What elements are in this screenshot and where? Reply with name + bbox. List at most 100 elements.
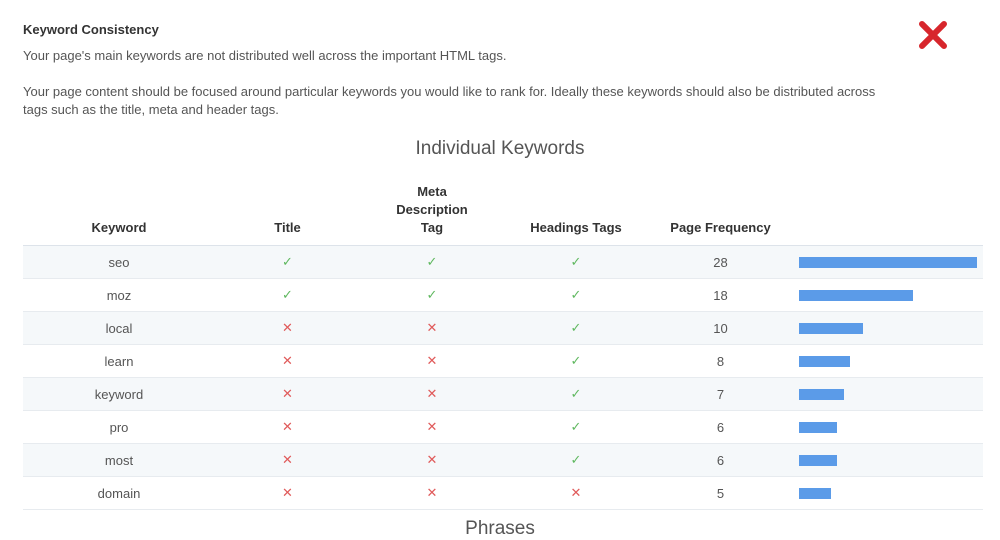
column-header-meta-description: Meta Description Tag	[396, 184, 468, 235]
headings-status-cell: ✓	[504, 410, 648, 444]
headings-status-cell: ✓	[504, 278, 648, 312]
section-heading: Keyword Consistency	[23, 22, 159, 37]
column-header-frequency: Page Frequency	[670, 220, 771, 235]
column-header-keyword: Keyword	[91, 220, 147, 235]
cross-icon: ✕	[426, 386, 438, 401]
check-icon: ✓	[570, 320, 582, 335]
check-icon: ✓	[570, 287, 582, 302]
headings-status-cell: ✓	[504, 344, 648, 378]
keyword-cell: learn	[23, 344, 215, 378]
check-icon: ✓	[282, 287, 293, 302]
table-header-row: Keyword Title Meta Description Tag Headi…	[23, 183, 983, 246]
frequency-bar-cell	[793, 344, 983, 378]
cross-icon: ✕	[426, 452, 438, 467]
frequency-bar-cell	[793, 476, 983, 510]
title-status-cell: ✕	[215, 377, 360, 411]
frequency-bar	[799, 355, 850, 367]
frequency-bar-cell	[793, 377, 983, 411]
keyword-cell: keyword	[23, 377, 215, 411]
title-status-cell: ✓	[215, 245, 360, 279]
frequency-cell: 7	[648, 377, 793, 411]
check-icon: ✓	[570, 419, 582, 434]
frequency-bar	[799, 487, 831, 499]
description-text: Your page content should be focused arou…	[23, 84, 876, 117]
frequency-bar-cell	[793, 245, 983, 279]
frequency-bar	[799, 388, 844, 400]
frequency-bar	[799, 289, 913, 301]
keyword-cell: seo	[23, 245, 215, 279]
meta-status-cell: ✕	[360, 476, 504, 510]
meta-status-cell: ✕	[360, 410, 504, 444]
keywords-table: Keyword Title Meta Description Tag Headi…	[23, 183, 983, 510]
column-header-bar	[793, 183, 983, 246]
cross-icon: ✕	[282, 386, 293, 401]
keyword-cell: domain	[23, 476, 215, 510]
title-status-cell: ✕	[215, 311, 360, 345]
frequency-bar	[799, 454, 837, 466]
frequency-bar	[799, 421, 837, 433]
cross-icon: ✕	[282, 485, 293, 500]
table-row: keyword ✕ ✕ ✓ 7	[23, 377, 983, 411]
cross-icon: ✕	[282, 320, 293, 335]
headings-status-cell: ✓	[504, 311, 648, 345]
cross-icon: ✕	[282, 353, 293, 368]
check-icon: ✓	[426, 287, 438, 302]
frequency-bar-cell	[793, 311, 983, 345]
frequency-cell: 5	[648, 476, 793, 510]
frequency-cell: 6	[648, 443, 793, 477]
frequency-cell: 8	[648, 344, 793, 378]
cross-icon: ✕	[426, 353, 438, 368]
table-row: moz ✓ ✓ ✓ 18	[23, 278, 983, 312]
frequency-cell: 28	[648, 245, 793, 279]
table-row: learn ✕ ✕ ✓ 8	[23, 344, 983, 378]
table-row: seo ✓ ✓ ✓ 28	[23, 245, 983, 279]
phrases-section-title: Phrases	[465, 518, 535, 539]
column-header-headings: Headings Tags	[530, 220, 622, 235]
meta-status-cell: ✓	[360, 245, 504, 279]
check-icon: ✓	[570, 353, 582, 368]
summary-text: Your page's main keywords are not distri…	[23, 48, 507, 63]
meta-status-cell: ✕	[360, 344, 504, 378]
check-icon: ✓	[570, 254, 582, 269]
table-row: most ✕ ✕ ✓ 6	[23, 443, 983, 477]
frequency-cell: 10	[648, 311, 793, 345]
cross-icon: ✕	[426, 320, 438, 335]
title-status-cell: ✕	[215, 344, 360, 378]
title-status-cell: ✕	[215, 476, 360, 510]
cross-icon	[919, 21, 947, 49]
meta-status-cell: ✓	[360, 278, 504, 312]
meta-status-cell: ✕	[360, 443, 504, 477]
frequency-cell: 6	[648, 410, 793, 444]
keyword-cell: moz	[23, 278, 215, 312]
frequency-cell: 18	[648, 278, 793, 312]
meta-status-cell: ✕	[360, 377, 504, 411]
check-icon: ✓	[570, 386, 582, 401]
headings-status-cell: ✕	[504, 476, 648, 510]
keywords-section-title: Individual Keywords	[415, 138, 585, 159]
headings-status-cell: ✓	[504, 443, 648, 477]
frequency-bar-cell	[793, 443, 983, 477]
table-row: local ✕ ✕ ✓ 10	[23, 311, 983, 345]
frequency-bar-cell	[793, 410, 983, 444]
cross-icon: ✕	[426, 419, 438, 434]
title-status-cell: ✕	[215, 443, 360, 477]
check-icon: ✓	[570, 452, 582, 467]
title-status-cell: ✓	[215, 278, 360, 312]
keyword-cell: local	[23, 311, 215, 345]
keyword-cell: pro	[23, 410, 215, 444]
cross-icon: ✕	[570, 485, 582, 500]
cross-icon: ✕	[282, 419, 293, 434]
title-status-cell: ✕	[215, 410, 360, 444]
column-header-title: Title	[274, 220, 301, 235]
cross-icon: ✕	[282, 452, 293, 467]
cross-icon: ✕	[426, 485, 438, 500]
keyword-cell: most	[23, 443, 215, 477]
headings-status-cell: ✓	[504, 377, 648, 411]
table-row: domain ✕ ✕ ✕ 5	[23, 476, 983, 510]
table-row: pro ✕ ✕ ✓ 6	[23, 410, 983, 444]
frequency-bar	[799, 256, 977, 268]
frequency-bar-cell	[793, 278, 983, 312]
headings-status-cell: ✓	[504, 245, 648, 279]
frequency-bar	[799, 322, 863, 334]
meta-status-cell: ✕	[360, 311, 504, 345]
